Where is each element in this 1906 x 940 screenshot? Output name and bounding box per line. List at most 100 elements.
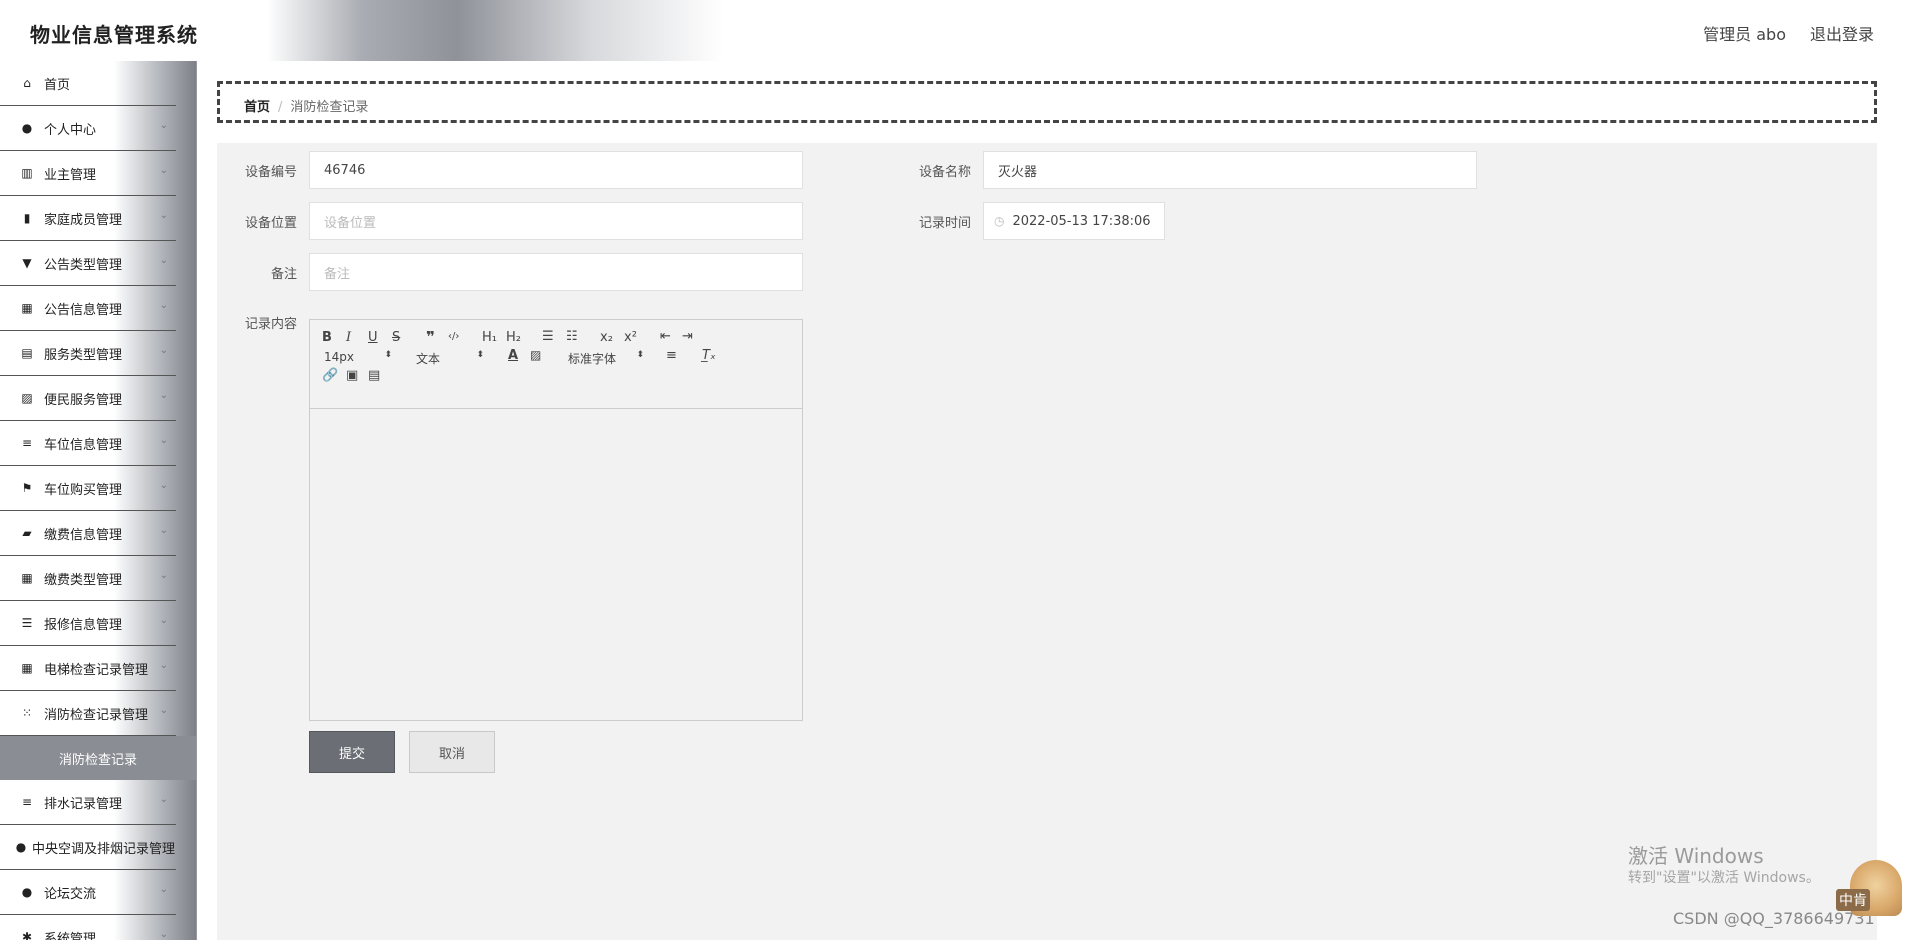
chevron-down-icon: ⌄ [159,570,168,581]
editor-content-area[interactable] [310,408,802,720]
flag-icon: ⚑ [21,481,33,495]
sidebar-item-15[interactable]: 消防检查记录 [0,736,196,780]
remark-input[interactable]: 备注 [309,253,803,291]
sidebar-item-1[interactable]: ● 个人中心 ⌄ [0,106,176,151]
sidebar-item-12[interactable]: ☰ 报修信息管理 ⌄ [0,601,176,646]
h1-button[interactable]: H₁ [482,330,497,345]
chevron-down-icon: ⌄ [159,480,168,491]
sidebar-item-2[interactable]: ▥ 业主管理 ⌄ [0,151,176,196]
select-arrow-icon: ⬍ [476,350,484,360]
italic-button[interactable]: I [346,330,351,345]
sidebar-item-label: 电梯检查记录管理 [44,662,149,678]
background-color-icon[interactable]: ▨ [530,348,541,362]
video-icon[interactable]: ▤ [368,368,380,383]
select-arrow-icon: ⬍ [384,350,392,360]
record-time-label: 记录时间 [918,216,971,231]
chevron-down-icon: ⌄ [159,210,168,221]
sidebar-item-13[interactable]: ▦ 电梯检查记录管理 ⌄ [0,646,176,691]
sidebar-item-8[interactable]: ≡ 车位信息管理 ⌄ [0,421,176,466]
header-select[interactable]: 文本 ⬍ [416,350,484,367]
sidebar-item-label: 家庭成员管理 [44,212,123,228]
font-size-select[interactable]: 14px ⬍ [324,350,392,364]
list-icon: ≡ [21,436,33,450]
list-icon: ≡ [21,795,33,809]
sidebar-item-11[interactable]: ▦ 缴费类型管理 ⌄ [0,556,176,601]
sidebar-item-label: 缴费信息管理 [44,527,123,543]
sidebar-item-6[interactable]: ▤ 服务类型管理 ⌄ [0,331,176,376]
settings-icon: ✱ [21,930,33,940]
user-icon: ● [21,885,33,899]
mascot-label: 中肯 [1836,889,1870,911]
strike-button[interactable]: S [392,330,400,345]
sidebar-item-17[interactable]: ● 中央空调及排烟记录管理 ⌄ [0,825,176,870]
ticket-icon: ▰ [22,526,32,540]
record-form: 设备编号 46746 设备名称 灭火器 设备位置 设备位置 记录时间 ◷ 202… [217,143,1877,940]
record-time-input[interactable]: ◷ 2022-05-13 17:38:06 [983,202,1165,240]
home-icon: ⌂ [23,76,31,90]
image-icon[interactable]: ▣ [346,368,358,383]
indent-icon[interactable]: ⇥ [682,329,693,344]
sidebar-item-7[interactable]: ▨ 便民服务管理 ⌄ [0,376,176,421]
main-content: 首页 / 消防检查记录 设备编号 46746 设备名称 灭火器 设备位置 设备位置 … [197,61,1906,940]
breadcrumb: 首页 / 消防检查记录 [244,96,368,115]
logout-link[interactable]: 退出登录 [1810,21,1874,45]
grid-icon: ▦ [21,301,33,315]
device-name-input[interactable]: 灭火器 [983,151,1477,189]
bullet-list-icon[interactable]: ☷ [566,329,578,344]
editor-toolbar: B I U S ❞ ‹/› H₁ H₂ ☰ ☷ x₂ x² ⇤ ⇥ 14px ⬍ … [310,320,802,409]
sidebar-item-14[interactable]: ⁙ 消防检查记录管理 ⌄ [0,691,176,736]
submit-button[interactable]: 提交 [309,731,395,773]
user-icon: ● [21,121,33,135]
blockquote-button[interactable]: ❞ [426,328,435,346]
clear-format-button[interactable]: T̲ₓ [702,348,716,363]
cancel-button[interactable]: 取消 [409,731,495,773]
sidebar-item-9[interactable]: ⚑ 车位购买管理 ⌄ [0,466,176,511]
sidebar-menu: ⌂ 首页 ● 个人中心 ⌄ ▥ 业主管理 ⌄ ▮ 家庭成员管理 ⌄ ▼ 公告类型管理 ⌄ ▦ 公告信息管理 ⌄ ▤… [0,61,197,940]
h2-button[interactable]: H₂ [506,330,521,345]
rich-text-editor: B I U S ❞ ‹/› H₁ H₂ ☰ ☷ x₂ x² ⇤ ⇥ 14px ⬍ … [309,319,803,721]
sidebar-item-label: 车位购买管理 [44,482,123,498]
underline-button[interactable]: U [368,330,378,345]
sidebar-item-4[interactable]: ▼ 公告类型管理 ⌄ [0,241,176,286]
code-block-button[interactable]: ‹/› [448,331,459,342]
chevron-down-icon: ⌄ [159,120,168,131]
bold-button[interactable]: B [322,330,332,345]
superscript-button[interactable]: x² [624,330,637,345]
sidebar-item-5[interactable]: ▦ 公告信息管理 ⌄ [0,286,176,331]
sidebar-item-label: 消防检查记录管理 [44,707,149,723]
sidebar-item-16[interactable]: ≡ 排水记录管理 ⌄ [0,780,176,825]
breadcrumb-separator: / [278,100,283,115]
link-icon[interactable]: 🔗 [322,368,338,383]
chevron-down-icon: ⌄ [159,300,168,311]
sidebar-item-0[interactable]: ⌂ 首页 [0,61,176,106]
font-family-select[interactable]: 标准字体 ⬍ [568,350,644,367]
sidebar-item-label: 缴费类型管理 [44,572,123,588]
record-time-value: 2022-05-13 17:38:06 [1012,213,1151,229]
sidebar-item-label: 报修信息管理 [44,617,123,633]
chevron-down-icon: ⌄ [159,165,168,176]
font-color-icon[interactable]: A [508,348,518,363]
sidebar-item-10[interactable]: ▰ 缴费信息管理 ⌄ [0,511,176,556]
align-icon[interactable]: ≡ [666,348,677,363]
top-header: 物业信息管理系统 管理员 abo 退出登录 [0,0,1906,62]
sidebar-item-label: 业主管理 [44,167,97,183]
windows-activation-subtitle: 转到"设置"以激活 Windows。 [1628,870,1820,886]
font-family-value: 标准字体 [568,352,617,366]
sidebar-item-19[interactable]: ✱ 系统管理 ⌄ [0,915,176,940]
outdent-icon[interactable]: ⇤ [660,329,671,344]
clipboard-icon: ▤ [21,346,33,360]
sidebar-item-label: 服务类型管理 [44,347,123,363]
bar-chart-icon: ▮ [23,211,31,225]
content-label: 记录内容 [244,317,297,332]
line-chart-icon: ▨ [21,391,33,405]
chevron-down-icon: ⌄ [159,884,168,895]
device-no-input[interactable]: 46746 [309,151,803,189]
sidebar-item-3[interactable]: ▮ 家庭成员管理 ⌄ [0,196,176,241]
ordered-list-icon[interactable]: ☰ [542,329,554,344]
breadcrumb-home[interactable]: 首页 [244,100,270,115]
chevron-down-icon: ⌄ [159,705,168,716]
location-input[interactable]: 设备位置 [309,202,803,240]
subscript-button[interactable]: x₂ [600,330,613,345]
apps-icon: ⁙ [21,706,33,720]
sidebar-item-18[interactable]: ● 论坛交流 ⌄ [0,870,176,915]
